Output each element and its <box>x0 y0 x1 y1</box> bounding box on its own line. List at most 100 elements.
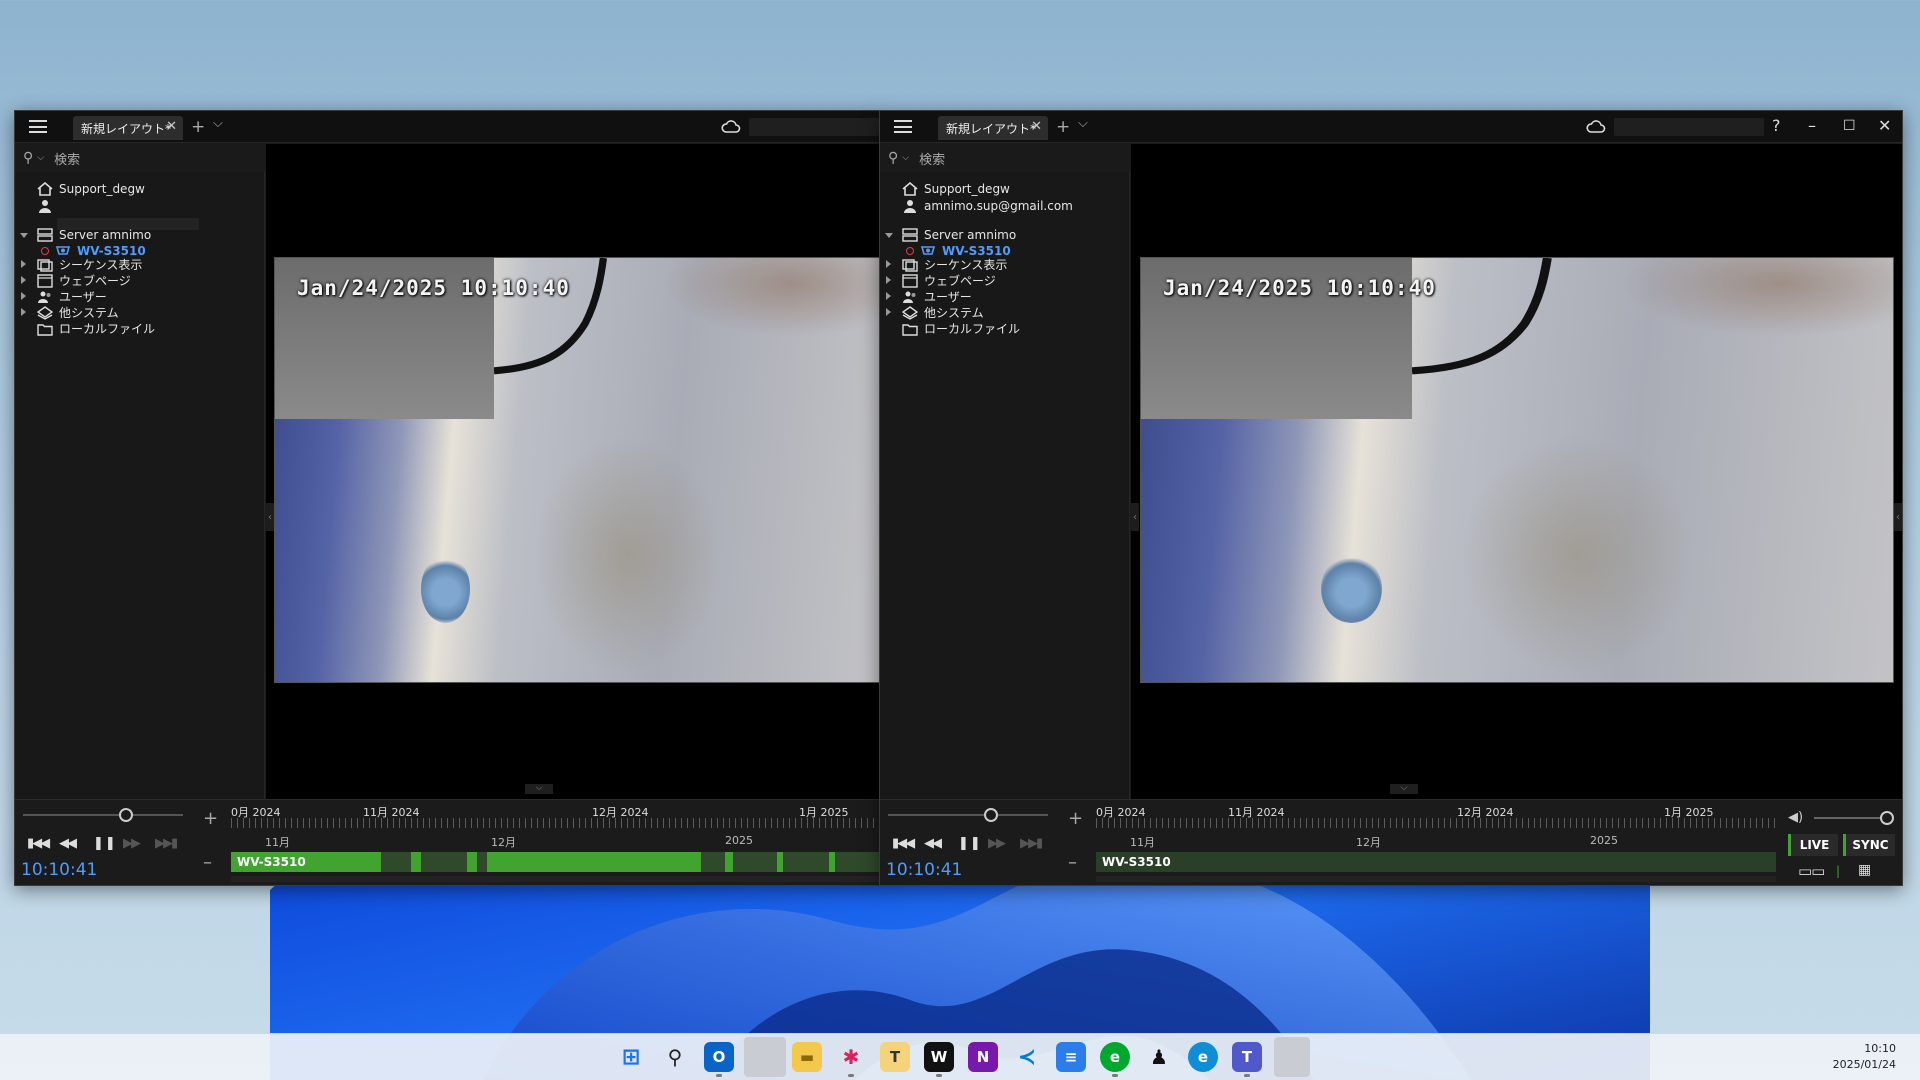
layout-grid-icon[interactable]: ▭▭ <box>1798 862 1825 880</box>
timeline-collapse-handle[interactable]: ⌵ <box>1390 784 1418 794</box>
expand-icon[interactable] <box>21 260 26 268</box>
expand-icon[interactable] <box>885 233 893 238</box>
recording-track[interactable]: WV-S3510 <box>1096 852 1776 872</box>
speed-slider[interactable] <box>23 808 183 822</box>
skip-to-start-button[interactable]: ▮◀◀ <box>892 836 915 851</box>
camera-video-tile[interactable]: Jan/24/2025 10:10:40 <box>274 257 879 683</box>
live-button[interactable]: LIVE <box>1788 834 1838 856</box>
expand-icon[interactable] <box>886 308 891 316</box>
cloud-account-field[interactable] <box>1614 118 1764 136</box>
tree-local-files[interactable]: ローカルファイル <box>902 320 1020 337</box>
sidebar-toggle-handle[interactable]: ‹ <box>1131 503 1139 531</box>
rewind-button[interactable]: ◀◀ <box>59 836 77 851</box>
tree-account[interactable] <box>37 199 59 213</box>
teams-icon[interactable]: T <box>1232 1042 1262 1072</box>
skip-to-end-button[interactable]: ▶▶▮ <box>1020 836 1043 851</box>
notepad-icon[interactable]: ≡ <box>1056 1042 1086 1072</box>
expand-icon[interactable] <box>886 276 891 284</box>
timeline-scrollbar[interactable] <box>231 876 879 882</box>
timeline[interactable]: 0月 2024 11月 2024 12月 2024 1月 2025 11月 12… <box>231 800 879 885</box>
system-clock[interactable]: 10:10 2025/01/24 <box>1833 1041 1896 1073</box>
minimize-icon[interactable]: – <box>1808 116 1816 135</box>
tree-sequence[interactable]: シーケンス表示 <box>37 256 142 273</box>
tree-user[interactable]: Support_degw <box>902 182 1010 196</box>
close-tab-icon[interactable]: ✕ <box>1031 119 1042 134</box>
add-tab-icon[interactable]: + <box>191 117 205 137</box>
tree-local-files[interactable]: ローカルファイル <box>37 320 155 337</box>
expand-icon[interactable] <box>886 260 891 268</box>
calendar-icon[interactable]: ▦ <box>1858 862 1871 878</box>
cloud-icon[interactable] <box>1586 119 1606 135</box>
menu-icon[interactable] <box>29 120 47 133</box>
volume-icon[interactable]: ◀) <box>1788 810 1803 825</box>
zoom-in-button[interactable]: + <box>203 808 218 829</box>
tree-user[interactable]: Support_degw <box>37 182 145 196</box>
tree-users[interactable]: ユーザー <box>37 288 107 305</box>
search-dropdown-icon[interactable]: ⌵ <box>37 153 44 163</box>
tree-other-systems[interactable]: 他システム <box>37 304 119 321</box>
close-window-icon[interactable]: ✕ <box>1878 116 1891 135</box>
chevron-down-icon[interactable]: ⌵ <box>1078 116 1088 131</box>
skip-to-end-button[interactable]: ▶▶▮ <box>155 836 178 851</box>
expand-icon[interactable] <box>21 276 26 284</box>
pause-button[interactable]: ❚❚ <box>958 836 982 851</box>
sidebar-toggle-handle[interactable]: ‹ <box>266 503 274 531</box>
tree-webpage[interactable]: ウェブページ <box>902 272 996 289</box>
speed-slider-knob[interactable] <box>984 808 998 822</box>
notes-t-icon[interactable]: T <box>880 1042 910 1072</box>
edge-icon[interactable]: e <box>1188 1042 1218 1072</box>
expand-icon[interactable] <box>21 308 26 316</box>
speed-slider[interactable] <box>888 808 1048 822</box>
sync-button[interactable]: SYNC <box>1843 834 1895 856</box>
chevron-down-icon[interactable]: ⌵ <box>213 116 223 131</box>
blank-app-icon[interactable] <box>1274 1037 1310 1077</box>
pause-button[interactable]: ❚❚ <box>93 836 117 851</box>
slack-icon[interactable]: ✱ <box>836 1042 866 1072</box>
zoom-out-button[interactable]: – <box>1068 852 1077 873</box>
search-bar[interactable]: ⚲ ⌵ 検索 <box>15 144 265 172</box>
fast-forward-button[interactable]: ▶▶ <box>988 836 1006 851</box>
tree-server[interactable]: Server amnimo <box>902 228 1016 242</box>
maximize-icon[interactable]: ☐ <box>1843 118 1856 134</box>
expand-icon[interactable] <box>21 292 26 300</box>
tree-users[interactable]: ユーザー <box>902 288 972 305</box>
timeline-scrollbar[interactable] <box>1096 876 1776 882</box>
add-tab-icon[interactable]: + <box>1056 117 1070 137</box>
search-bar[interactable]: ⚲ ⌵ 検索 <box>880 144 1130 172</box>
cloud-icon[interactable] <box>721 119 741 135</box>
zoom-out-button[interactable]: – <box>203 852 212 873</box>
tree-server[interactable]: Server amnimo <box>37 228 151 242</box>
vscode-icon[interactable]: ≺ <box>1012 1042 1042 1072</box>
windows-start-icon[interactable]: ⊞ <box>616 1042 646 1072</box>
tree-sequence[interactable]: シーケンス表示 <box>902 256 1007 273</box>
word-icon[interactable]: W <box>924 1042 954 1072</box>
file-explorer-icon[interactable]: ▬ <box>792 1042 822 1072</box>
zoom-in-button[interactable]: + <box>1068 808 1083 829</box>
tree-account[interactable]: amnimo.sup@gmail.com <box>902 199 1073 213</box>
help-icon[interactable]: ? <box>1772 116 1781 135</box>
evernote-icon[interactable]: e <box>1100 1042 1130 1072</box>
right-panel-toggle-handle[interactable]: ‹ <box>1894 503 1902 531</box>
search-icon[interactable]: ⚲ <box>660 1042 690 1072</box>
volume-slider[interactable] <box>1814 811 1894 825</box>
outlook-icon[interactable]: O <box>704 1042 734 1072</box>
fast-forward-button[interactable]: ▶▶ <box>123 836 141 851</box>
camera-video-tile[interactable]: Jan/24/2025 10:10:40 <box>1140 257 1894 683</box>
expand-icon[interactable] <box>886 292 891 300</box>
layout-tab[interactable]: 新規レイアウト* ✕ <box>73 116 183 140</box>
skip-to-start-button[interactable]: ▮◀◀ <box>27 836 50 851</box>
tree-webpage[interactable]: ウェブページ <box>37 272 131 289</box>
layout-tab[interactable]: 新規レイアウト* ✕ <box>938 116 1048 140</box>
tree-other-systems[interactable]: 他システム <box>902 304 984 321</box>
onenote-icon[interactable]: N <box>968 1042 998 1072</box>
menu-icon[interactable] <box>894 120 912 133</box>
search-dropdown-icon[interactable]: ⌵ <box>902 153 909 163</box>
timeline-collapse-handle[interactable]: ⌵ <box>525 784 553 794</box>
rewind-button[interactable]: ◀◀ <box>924 836 942 851</box>
close-tab-icon[interactable]: ✕ <box>166 119 177 134</box>
linux-icon[interactable]: ♟ <box>1144 1042 1174 1072</box>
blank-app-icon[interactable] <box>744 1037 786 1077</box>
cloud-account-field[interactable] <box>749 118 879 136</box>
timeline[interactable]: 0月 2024 11月 2024 12月 2024 1月 2025 11月 12… <box>1096 800 1776 885</box>
expand-icon[interactable] <box>20 233 28 238</box>
